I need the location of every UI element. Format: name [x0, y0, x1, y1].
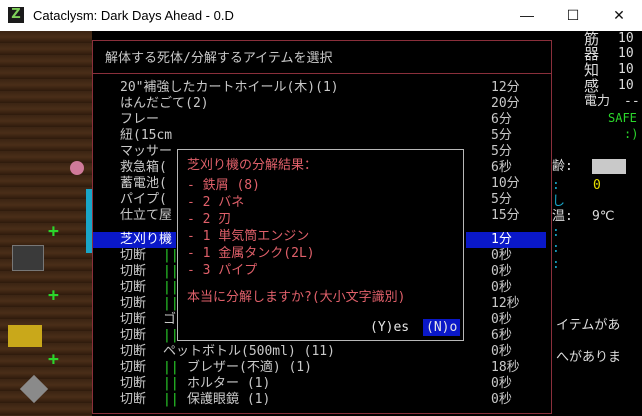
header-divider [93, 73, 551, 74]
sidebar-colon: : [552, 178, 560, 193]
stat-per-label: 感 [584, 77, 600, 95]
age-value-box [592, 159, 626, 174]
stat-per-value: 10 [618, 78, 634, 93]
stat-str-value: 10 [618, 31, 634, 46]
list-item[interactable]: 切断 || 保護眼鏡 (1) 0秒 [93, 392, 551, 408]
list-item[interactable]: 紐(15cm 5分 [93, 128, 551, 144]
minimize-button[interactable]: — [504, 0, 550, 31]
list-item[interactable]: はんだごて(2) 20分 [93, 96, 551, 112]
result-item: - 1 金属タンク(2L) [187, 246, 315, 261]
menu-header: 解体する死体/分解するアイテムを選択 [105, 51, 333, 66]
temp-value: 9℃ [592, 209, 615, 224]
dialog-heading: 芝刈り機の分解結果： [187, 158, 318, 173]
list-item[interactable]: 切断 || ブレザー(不適) (1) 18秒 [93, 360, 551, 376]
result-item: - 2 刃 [187, 212, 232, 227]
sidebar-colon: : [552, 257, 560, 272]
result-item: - 1 単気筒エンジン [187, 229, 310, 244]
result-item: - 鉄屑 (8) [187, 178, 260, 193]
sidebar-colon-value: 0 [593, 178, 601, 193]
temp-label: 温: [552, 209, 573, 224]
lawnmower-sprite [12, 245, 44, 271]
power-value: -- [624, 94, 640, 109]
age-label: 齢: [552, 159, 573, 174]
stat-dex-value: 10 [618, 46, 634, 61]
stat-int-value: 10 [618, 62, 634, 77]
result-item: - 2 バネ [187, 195, 245, 210]
list-item[interactable]: フレー 6分 [93, 112, 551, 128]
character-sprite [70, 161, 84, 175]
stat-dex-label: 器 [584, 45, 600, 63]
no-button[interactable]: (N)o [423, 319, 461, 336]
stat-int-label: 知 [584, 61, 600, 79]
confirm-question: 本当に分解しますか?(大小文字識別) [187, 290, 406, 305]
list-item[interactable]: 切断 || ホルター (1) 0秒 [93, 376, 551, 392]
confirm-dialog: 芝刈り機の分解結果： - 鉄屑 (8) - 2 バネ - 2 刃 - 1 単気筒… [177, 149, 464, 341]
power-label: 電力 [584, 94, 611, 109]
list-item[interactable]: 20"補強したカートホイール(木)(1) 12分 [93, 80, 551, 96]
safe-mode-indicator: SAFE [608, 111, 637, 125]
yes-button[interactable]: (Y)es [370, 320, 409, 336]
app-icon: Z [8, 7, 24, 23]
message-log-line: へがありま [556, 350, 622, 365]
mood-indicator: :) [624, 127, 639, 141]
title-bar: Z Cataclysm: Dark Days Ahead - 0.D — ☐ ✕ [0, 0, 642, 31]
window-title: Cataclysm: Dark Days Ahead - 0.D [33, 8, 234, 23]
sidebar-colon: : [552, 225, 560, 240]
result-item: - 3 パイプ [187, 263, 258, 278]
game-area: + + + 解体する死体/分解するアイテムを選択 20"補強したカートホイール(… [0, 31, 642, 416]
map-plus-marker: + [48, 349, 59, 370]
map-plus-marker: + [48, 285, 59, 306]
map-plus-marker: + [48, 221, 59, 242]
list-item[interactable]: 切断 ペットボトル(500ml) (11) 0秒 [93, 344, 551, 360]
sidebar-shi: し [552, 194, 566, 209]
sidebar-colon: : [552, 241, 560, 256]
map-tiles [0, 31, 92, 416]
message-log-line: イテムがあ [556, 318, 621, 333]
maximize-button[interactable]: ☐ [550, 0, 596, 31]
close-button[interactable]: ✕ [596, 0, 642, 31]
item-sprite [8, 325, 42, 347]
